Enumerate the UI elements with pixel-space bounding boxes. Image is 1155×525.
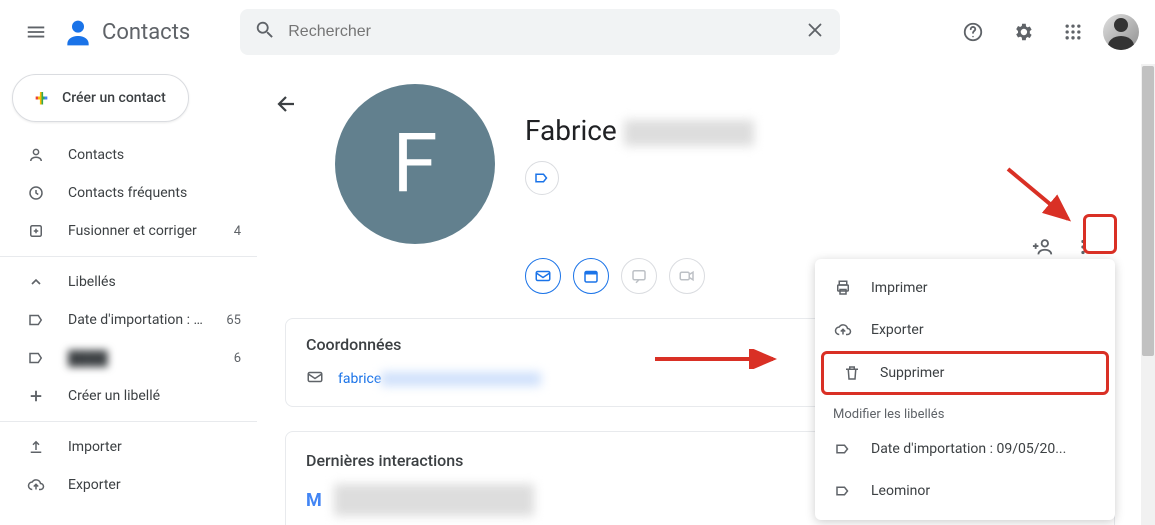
label-outline-icon: [533, 169, 551, 187]
menu-export[interactable]: Exporter: [815, 309, 1115, 351]
sidebar: + Créer un contact Contacts Contacts fré…: [0, 64, 265, 525]
create-contact-button[interactable]: + Créer un contact: [12, 74, 189, 122]
nav-export[interactable]: Exporter: [0, 466, 257, 504]
nav-import[interactable]: Importer: [0, 428, 257, 466]
menu-delete[interactable]: Supprimer: [821, 351, 1109, 395]
apps-button[interactable]: [1053, 12, 1093, 52]
add-label-chip[interactable]: [525, 161, 559, 195]
email-action[interactable]: [525, 258, 561, 294]
plus-icon: [26, 386, 46, 406]
chat-action[interactable]: [621, 258, 657, 294]
account-avatar[interactable]: [1103, 14, 1139, 50]
plus-icon: +: [35, 86, 48, 110]
scrollbar-thumb[interactable]: [1142, 66, 1154, 356]
more-options-menu: Imprimer Exporter Supprimer Modifier les…: [815, 259, 1115, 520]
gear-icon: [1012, 21, 1034, 43]
scrollbar[interactable]: [1141, 64, 1155, 525]
gmail-icon: M: [306, 490, 322, 511]
contact-email[interactable]: fabrice: [338, 371, 541, 387]
calendar-action[interactable]: [573, 258, 609, 294]
search-input[interactable]: [288, 23, 804, 41]
app-logo[interactable]: Contacts: [60, 14, 190, 50]
chevron-up-icon: [26, 272, 46, 292]
label-icon: [833, 482, 853, 500]
menu-label-leominor[interactable]: Leominor: [815, 470, 1115, 512]
menu-modify-labels-header: Modifier les libellés: [815, 395, 1115, 428]
help-icon: [962, 21, 984, 43]
email-icon: [534, 267, 552, 285]
label-icon: [833, 440, 853, 458]
calendar-icon: [582, 267, 600, 285]
nav-merge[interactable]: Fusionner et corriger 4: [0, 212, 257, 250]
email-icon: [306, 368, 324, 390]
nav-create-label[interactable]: Créer un libellé: [0, 377, 257, 415]
help-button[interactable]: [953, 12, 993, 52]
cloud-upload-icon: [26, 475, 46, 495]
search-bar[interactable]: [240, 9, 840, 55]
video-action[interactable]: [669, 258, 705, 294]
redacted-email: [381, 372, 541, 386]
more-vertical-icon: [1072, 236, 1094, 258]
back-button[interactable]: [275, 92, 299, 120]
contacts-logo-icon: [60, 14, 96, 50]
hamburger-icon: [25, 21, 47, 43]
nav-label-import-date[interactable]: Date d'importation : ... 65: [0, 301, 257, 339]
redacted-name: [624, 120, 754, 146]
contact-avatar: F: [335, 84, 495, 244]
settings-button[interactable]: [1003, 12, 1043, 52]
arrow-left-icon: [275, 92, 299, 116]
nav-label-redacted[interactable]: ████ 6: [0, 339, 257, 377]
video-icon: [678, 267, 696, 285]
app-title: Contacts: [102, 20, 190, 45]
label-icon: [26, 310, 46, 330]
menu-print[interactable]: Imprimer: [815, 267, 1115, 309]
close-icon: [804, 19, 826, 41]
nav-frequent[interactable]: Contacts fréquents: [0, 174, 257, 212]
trash-icon: [842, 364, 862, 382]
content-area: F Fabrice Coordonnées f: [265, 64, 1155, 525]
print-icon: [833, 279, 853, 297]
main-menu-button[interactable]: [16, 12, 56, 52]
cloud-upload-icon: [833, 321, 853, 339]
label-icon: [26, 348, 46, 368]
nav-labels-header[interactable]: Libellés: [0, 263, 257, 301]
history-icon: [26, 183, 46, 203]
interactions-title: Dernières interactions: [306, 451, 463, 470]
search-icon: [254, 19, 276, 45]
nav-contacts[interactable]: Contacts: [0, 136, 257, 174]
create-contact-label: Créer un contact: [62, 90, 166, 106]
chat-icon: [630, 267, 648, 285]
search-clear-button[interactable]: [804, 19, 826, 45]
merge-icon: [26, 221, 46, 241]
person-icon: [26, 145, 46, 165]
person-add-icon: [1032, 236, 1054, 258]
redacted-interaction: [334, 484, 534, 516]
contact-name: Fabrice: [525, 114, 754, 147]
upload-icon: [26, 437, 46, 457]
menu-label-import-date[interactable]: Date d'importation : 09/05/20...: [815, 428, 1115, 470]
apps-grid-icon: [1063, 22, 1083, 42]
